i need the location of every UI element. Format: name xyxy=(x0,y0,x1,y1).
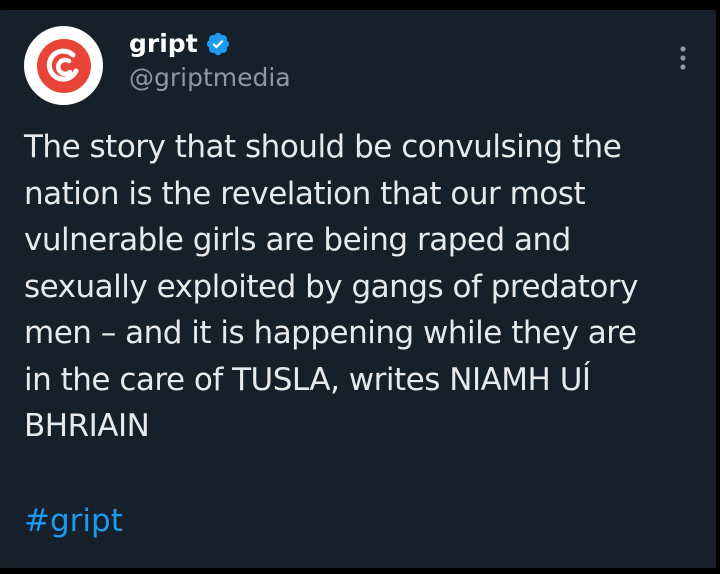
display-name[interactable]: gript xyxy=(129,27,198,61)
tweet-text: The story that should be convulsing the … xyxy=(24,129,638,444)
tweet-card[interactable]: gript @griptmedia The story that should … xyxy=(0,10,716,568)
screenshot-frame: gript @griptmedia The story that should … xyxy=(0,0,720,574)
hashtag-link[interactable]: #gript xyxy=(24,498,123,544)
tweet-header: gript @griptmedia xyxy=(129,27,291,95)
user-handle[interactable]: @griptmedia xyxy=(129,61,291,95)
gript-logo-icon xyxy=(36,38,91,93)
avatar[interactable] xyxy=(24,26,103,105)
verified-badge-icon xyxy=(206,32,229,56)
more-vertical-icon[interactable] xyxy=(676,44,690,74)
display-name-row: gript xyxy=(129,27,291,61)
